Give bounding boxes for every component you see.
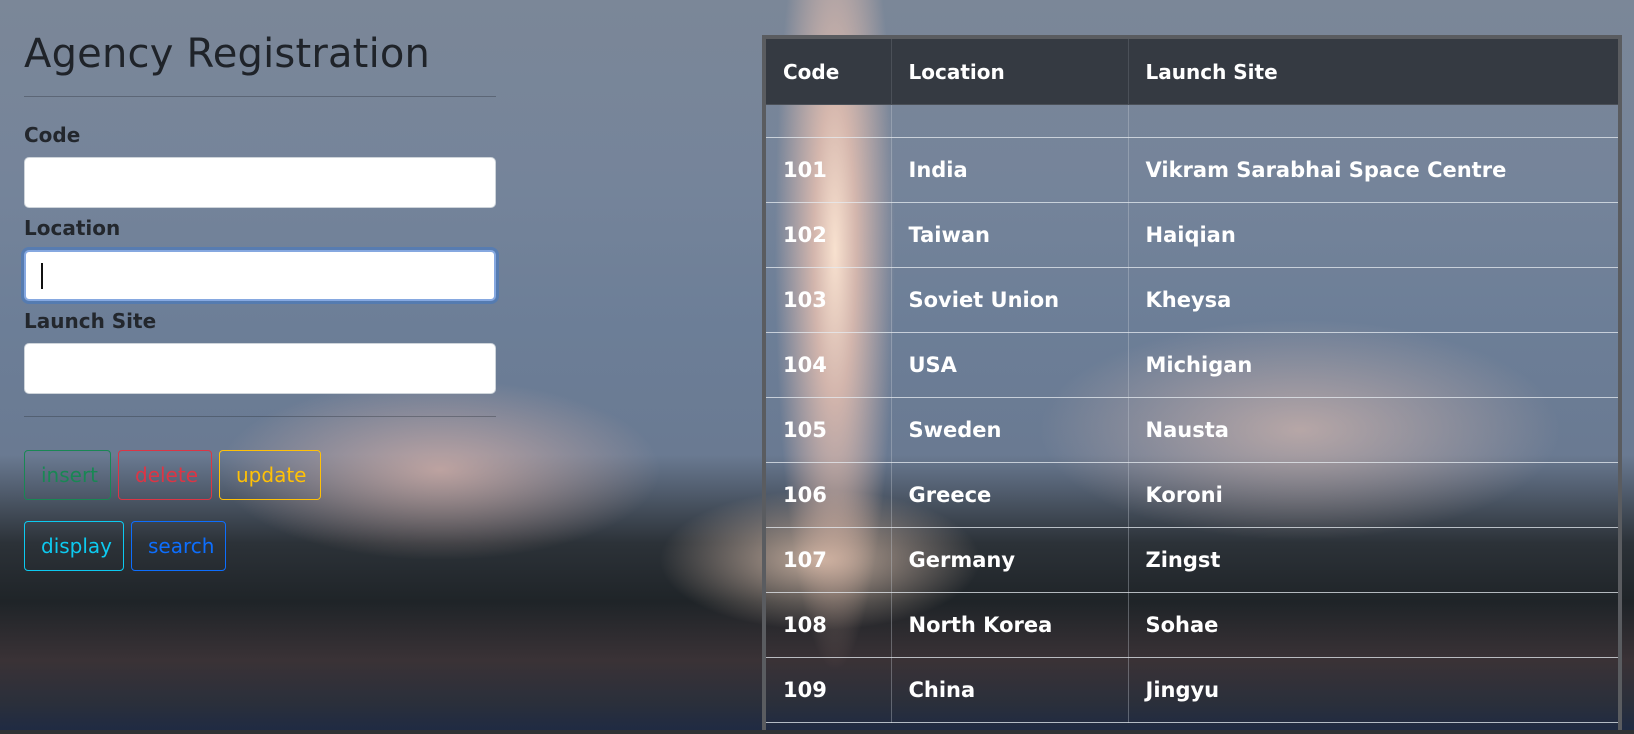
search-button[interactable]: search — [131, 521, 226, 571]
cell-launch-site: Zingst — [1128, 527, 1618, 593]
cell-launch-site: Kheysa — [1128, 267, 1618, 333]
cell-location: China — [891, 657, 1129, 723]
bottom-edge-bar — [0, 730, 1634, 734]
cell-launch-site: Koroni — [1128, 462, 1618, 528]
action-buttons-row-1: insert delete update — [24, 450, 496, 500]
cell-code: 103 — [766, 267, 892, 333]
cell-code: 109 — [766, 657, 892, 723]
delete-button[interactable]: delete — [118, 450, 212, 500]
cell-code — [766, 104, 892, 138]
agency-table: Code Location Launch Site 101 India Vikr… — [766, 39, 1618, 723]
cell-location: Soviet Union — [891, 267, 1129, 333]
location-input-wrapper — [24, 250, 496, 301]
cell-location — [891, 104, 1129, 138]
code-input[interactable] — [24, 157, 496, 208]
action-buttons-row-2: display search — [24, 521, 496, 571]
column-header-code: Code — [766, 39, 892, 105]
cell-launch-site: Michigan — [1128, 332, 1618, 398]
cell-launch-site — [1128, 104, 1618, 138]
table-row[interactable]: 106 Greece Koroni — [766, 462, 1618, 528]
launch-site-input[interactable] — [24, 343, 496, 394]
display-button[interactable]: display — [24, 521, 124, 571]
cell-code: 105 — [766, 397, 892, 463]
cell-location: Sweden — [891, 397, 1129, 463]
table-body: 101 India Vikram Sarabhai Space Centre 1… — [766, 104, 1618, 723]
launch-site-label: Launch Site — [24, 309, 157, 333]
table-row[interactable]: 104 USA Michigan — [766, 332, 1618, 398]
code-label: Code — [24, 123, 81, 147]
table-row[interactable]: 105 Sweden Nausta — [766, 397, 1618, 463]
cell-location: North Korea — [891, 592, 1129, 658]
title-divider — [24, 96, 496, 97]
cell-launch-site: Jingyu — [1128, 657, 1618, 723]
table-row[interactable]: 109 China Jingyu — [766, 657, 1618, 723]
table-row[interactable]: 101 India Vikram Sarabhai Space Centre — [766, 137, 1618, 203]
column-header-location: Location — [891, 39, 1129, 105]
cell-code: 102 — [766, 202, 892, 268]
cell-code: 104 — [766, 332, 892, 398]
text-caret — [41, 263, 43, 289]
cell-code: 108 — [766, 592, 892, 658]
table-row[interactable]: 103 Soviet Union Kheysa — [766, 267, 1618, 333]
cell-code: 101 — [766, 137, 892, 203]
location-input[interactable] — [24, 250, 496, 301]
update-button[interactable]: update — [219, 450, 321, 500]
cell-location: USA — [891, 332, 1129, 398]
form-divider — [24, 416, 496, 417]
insert-button[interactable]: insert — [24, 450, 111, 500]
column-header-launch-site: Launch Site — [1128, 39, 1618, 105]
cell-code: 107 — [766, 527, 892, 593]
table-row[interactable] — [766, 104, 1618, 138]
cell-location: Germany — [891, 527, 1129, 593]
cell-location: Taiwan — [891, 202, 1129, 268]
agency-table-container[interactable]: Code Location Launch Site 101 India Vikr… — [762, 35, 1622, 734]
cell-launch-site: Sohae — [1128, 592, 1618, 658]
page-title: Agency Registration — [24, 31, 431, 77]
cell-location: Greece — [891, 462, 1129, 528]
cell-location: India — [891, 137, 1129, 203]
table-row[interactable]: 108 North Korea Sohae — [766, 592, 1618, 658]
table-row[interactable]: 107 Germany Zingst — [766, 527, 1618, 593]
table-row[interactable]: 102 Taiwan Haiqian — [766, 202, 1618, 268]
cell-code: 106 — [766, 462, 892, 528]
location-label: Location — [24, 216, 121, 240]
registration-form: Agency Registration Code Location Launch… — [24, 30, 496, 571]
cell-launch-site: Haiqian — [1128, 202, 1618, 268]
cell-launch-site: Nausta — [1128, 397, 1618, 463]
cell-launch-site: Vikram Sarabhai Space Centre — [1128, 137, 1618, 203]
table-header: Code Location Launch Site — [766, 39, 1618, 105]
